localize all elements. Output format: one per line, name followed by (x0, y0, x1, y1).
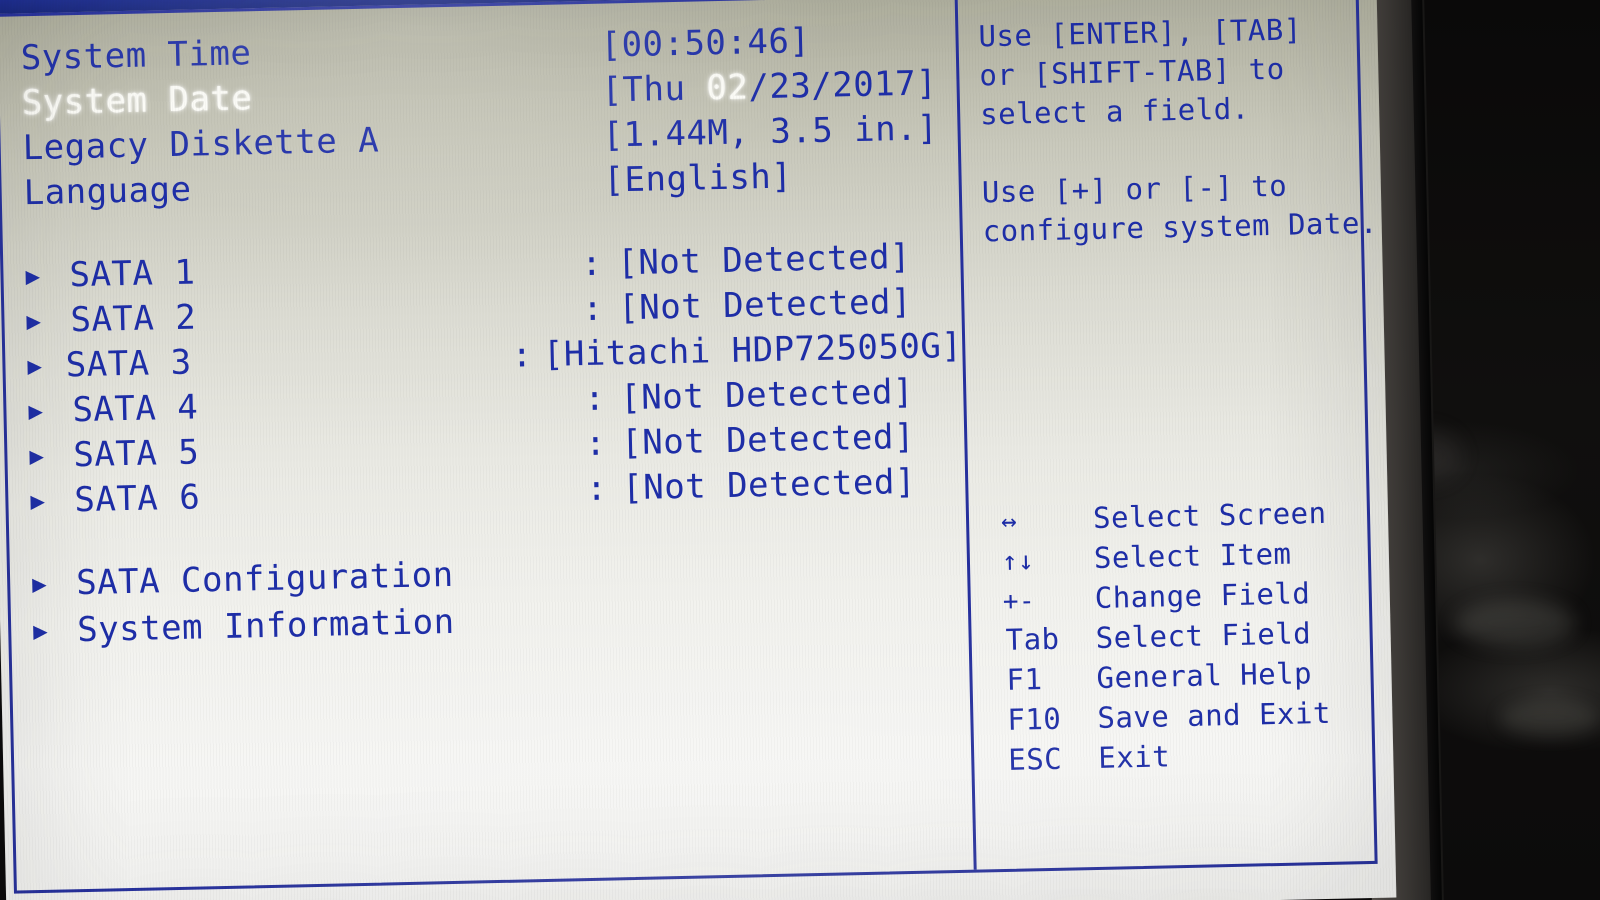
sata-2-colon: : (581, 288, 604, 330)
triangle-right-icon: ▶ (30, 486, 46, 516)
triangle-right-icon: ▶ (27, 351, 43, 381)
language-value[interactable]: [English] (603, 156, 793, 200)
sata-3-colon: : (511, 335, 534, 376)
sata-2-value: [Not Detected] (617, 281, 913, 329)
system-time-label: System Time (20, 33, 252, 79)
legacy-diskette-a-value[interactable]: [1.44M, 3.5 in.] (602, 108, 938, 155)
sata-3-value: [Hitachi HDP725050G] (542, 325, 963, 375)
sata-3-label: SATA 3 (65, 342, 193, 386)
arrow-up-down-icon: ↑↓ (1001, 546, 1035, 577)
sata-5-value: [Not Detected] (620, 416, 916, 464)
triangle-right-icon: ▶ (31, 569, 48, 599)
f10-key-icon: F10 (1007, 701, 1062, 737)
legend-label-select-field: Select Field (1095, 616, 1312, 655)
system-time-value[interactable]: [00:50:46] (600, 21, 811, 66)
legend-label-save-and-exit: Save and Exit (1097, 695, 1332, 735)
tab-key-icon: Tab (1005, 621, 1060, 657)
room-blur-highlight (1455, 600, 1575, 646)
photographed-monitor-scene: Boot Tools Exit System Time [00:50:46] S… (0, 0, 1600, 900)
system-date-value-prefix: [Thu (601, 68, 707, 111)
arrow-left-right-icon: ↔ (1000, 506, 1018, 537)
legend-label-select-screen: Select Screen (1092, 495, 1327, 535)
triangle-right-icon: ▶ (25, 261, 41, 291)
triangle-right-icon: ▶ (32, 616, 49, 646)
system-date-value-suffix: /23/2017] (747, 63, 938, 108)
room-blur-highlight (1500, 700, 1600, 736)
key-legend: ↔ Select Screen ↑↓ Select Item +- Change… (989, 495, 1375, 783)
f1-key-icon: F1 (1006, 662, 1043, 697)
sata-5-colon: : (584, 423, 607, 465)
sata-4-value: [Not Detected] (619, 371, 915, 419)
system-date-value[interactable]: [Thu 02/23/2017] (601, 63, 937, 110)
triangle-right-icon: ▶ (26, 306, 42, 336)
submenu-sata-configuration-label: SATA Configuration (75, 554, 455, 604)
sata-6-value: [Not Detected] (621, 461, 917, 509)
monitor-screen: Boot Tools Exit System Time [00:50:46] S… (0, 0, 1397, 900)
bios-setup-utility: Boot Tools Exit System Time [00:50:46] S… (0, 0, 1397, 900)
legend-label-change-field: Change Field (1094, 576, 1311, 615)
settings-pane: System Time [00:50:46] System Date [Thu … (0, 0, 977, 891)
legend-row-exit: ESC Exit (994, 735, 1375, 783)
legend-label-general-help: General Help (1096, 656, 1313, 695)
triangle-right-icon: ▶ (29, 441, 45, 471)
esc-key-icon: ESC (1007, 741, 1063, 777)
content-frame: System Time [00:50:46] System Date [Thu … (0, 0, 1378, 894)
sata-6-colon: : (585, 468, 608, 510)
sata-4-colon: : (583, 378, 606, 420)
sata-1-value: [Not Detected] (616, 236, 912, 284)
help-line-5: configure system Date. (982, 205, 1379, 249)
help-pane: Use [ENTER], [TAB] or [SHIFT-TAB] to sel… (958, 0, 1392, 870)
system-date-month-field[interactable]: 02 (706, 67, 749, 108)
submenu-system-information-label: System Information (76, 601, 456, 651)
plus-minus-icon: +- (1002, 586, 1036, 617)
legend-label-exit: Exit (1097, 739, 1171, 775)
triangle-right-icon: ▶ (28, 396, 44, 426)
sata-1-colon: : (580, 243, 603, 285)
legend-label-select-item: Select Item (1093, 536, 1292, 575)
